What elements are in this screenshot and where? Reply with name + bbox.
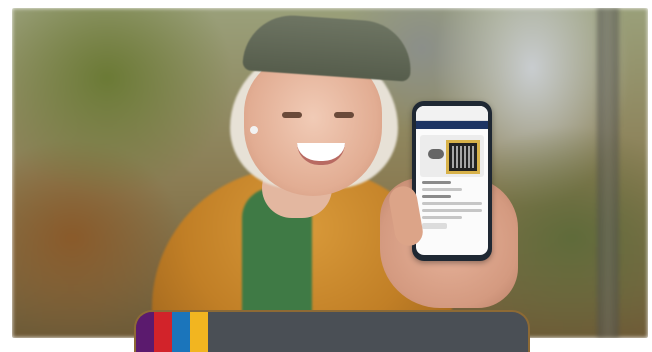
- color-stripe-2: [154, 312, 172, 352]
- person-earring: [250, 126, 258, 134]
- phone-app-header: [416, 106, 488, 121]
- color-stripe-4: [190, 312, 208, 352]
- card-detail-line: [422, 209, 482, 212]
- bottom-banner: [134, 310, 530, 352]
- card-holder-name-line: [422, 181, 451, 184]
- smartphone: [412, 101, 492, 261]
- card-detail-line: [422, 216, 462, 219]
- color-stripe-1: [136, 312, 154, 352]
- card-detail-line: [422, 188, 462, 191]
- photo-frame: [12, 8, 648, 338]
- card-id-line: [422, 195, 451, 198]
- background-pillar: [597, 8, 619, 338]
- color-stripes: [136, 312, 208, 352]
- phone-app-nav-bar: [416, 121, 488, 129]
- person-left-eye: [282, 112, 302, 118]
- person-right-eye: [334, 112, 354, 118]
- card-action-button: [422, 223, 448, 229]
- card-chip-icon: [428, 149, 444, 159]
- digital-card: [420, 135, 484, 177]
- qr-code-icon: [446, 140, 480, 174]
- phone-screen: [416, 106, 488, 255]
- color-stripe-3: [172, 312, 190, 352]
- card-detail-line: [422, 202, 482, 205]
